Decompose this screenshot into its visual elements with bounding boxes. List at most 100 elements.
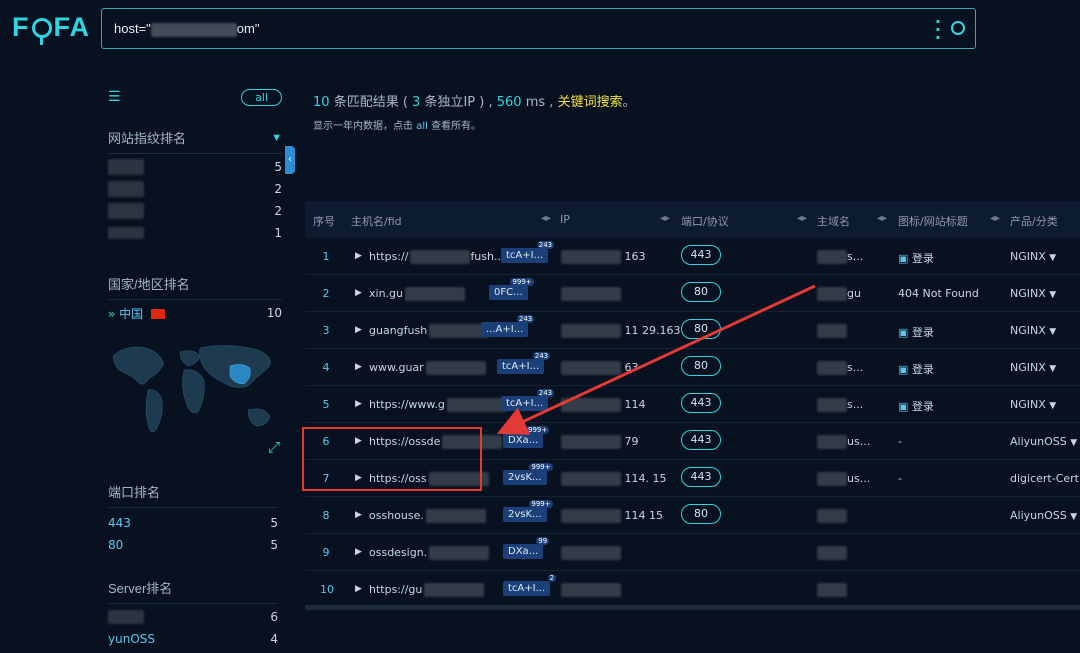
fid-badge[interactable]: tcA+I... 243 xyxy=(497,352,551,374)
table-row[interactable]: 9 ▶ ossdesign. DXa... 99 xyxy=(305,534,1080,571)
host-link[interactable]: guangfush xyxy=(369,324,490,338)
ip-cell[interactable] xyxy=(561,583,621,597)
title-cell[interactable]: ▣ 登录 xyxy=(898,398,934,414)
host-link[interactable]: www.guar xyxy=(369,361,486,375)
filter-icon[interactable]: ☰ xyxy=(108,89,121,105)
domain-cell[interactable] xyxy=(817,324,847,338)
domain-cell[interactable] xyxy=(817,583,847,597)
product-cell[interactable]: AliyunOSS ▼ xyxy=(1010,435,1077,448)
ip-cell[interactable]: 11 29.163 xyxy=(561,324,680,338)
title-cell[interactable]: ▣ 登录 xyxy=(898,361,934,377)
title-cell[interactable]: ▣ 登录 xyxy=(898,250,934,266)
table-row[interactable]: 5 ▶ https://www.g tcA+I... 243 114 443 s... ▣ 登… xyxy=(305,386,1080,423)
column-resize-icon[interactable]: ◂▸ xyxy=(797,213,807,224)
column-resize-icon[interactable]: ◂▸ xyxy=(660,213,670,224)
caret-right-icon[interactable]: ▶ xyxy=(355,251,362,261)
host-link[interactable]: https://gu xyxy=(369,583,485,597)
dropdown-icon[interactable]: ▼ xyxy=(1049,253,1056,263)
fid-badge[interactable]: 0FC... 999+ xyxy=(489,278,534,300)
port-badge[interactable]: 80 xyxy=(681,319,721,339)
dropdown-icon[interactable]: ▼ xyxy=(1049,401,1056,411)
caret-right-icon[interactable]: ▶ xyxy=(355,510,362,520)
fid-badge[interactable]: DXa... 999+ xyxy=(503,426,550,448)
fid-badge[interactable]: ...A+I... 243 xyxy=(481,315,535,337)
host-link[interactable]: https://www.g xyxy=(369,398,507,412)
ip-cell[interactable]: 114 15 xyxy=(561,509,663,523)
dropdown-icon[interactable]: ▼ xyxy=(1070,512,1077,522)
search-input[interactable]: host=" om" xyxy=(114,21,259,37)
product-cell[interactable]: NGINX ▼ xyxy=(1010,398,1056,411)
dropdown-icon[interactable]: ▼ xyxy=(1049,364,1056,374)
caret-right-icon[interactable]: ▶ xyxy=(355,325,362,335)
product-cell[interactable]: NGINX ▼ xyxy=(1010,324,1056,337)
product-cell[interactable]: digicert-Cert ▼ xyxy=(1010,472,1080,485)
fid-badge[interactable]: tcA+I... 2 xyxy=(503,574,557,596)
caret-right-icon[interactable]: ▶ xyxy=(355,547,362,557)
title-cell[interactable]: ▣ 登录 xyxy=(898,324,934,340)
expand-icon[interactable]: ⤢ xyxy=(268,438,280,456)
fid-badge[interactable]: tcA+I... 243 xyxy=(501,241,555,263)
host-link[interactable]: https:// fush... xyxy=(369,250,504,264)
ip-cell[interactable]: 63 xyxy=(561,361,639,375)
port-badge[interactable]: 443 xyxy=(681,245,721,265)
fid-badge[interactable]: 2vsK... 999+ xyxy=(503,463,553,485)
caret-right-icon[interactable]: ▶ xyxy=(355,288,362,298)
fingerprint-item[interactable]: 5 xyxy=(108,156,282,178)
domain-cell[interactable]: gu xyxy=(817,287,861,301)
title-cell[interactable]: - xyxy=(898,472,902,485)
fingerprint-item[interactable]: 1 xyxy=(108,222,282,244)
ip-cell[interactable] xyxy=(561,546,621,560)
funnel-icon[interactable]: ▼ xyxy=(271,132,282,144)
domain-cell[interactable]: us... xyxy=(817,435,870,449)
port-item[interactable]: 80 5 xyxy=(108,534,278,556)
title-cell[interactable]: 404 Not Found xyxy=(898,287,979,300)
ip-cell[interactable]: 163 xyxy=(561,250,646,264)
domain-cell[interactable]: s... xyxy=(817,250,863,264)
all-link[interactable]: all xyxy=(416,121,428,132)
product-cell[interactable]: AliyunOSS ▼ xyxy=(1010,509,1077,522)
table-row[interactable]: 4 ▶ www.guar tcA+I... 243 63 80 s... ▣ 登录 NGINX … xyxy=(305,349,1080,386)
caret-right-icon[interactable]: ▶ xyxy=(355,362,362,372)
ip-cell[interactable]: 114 xyxy=(561,398,646,412)
host-link[interactable]: xin.gu xyxy=(369,287,465,301)
port-item[interactable]: 443 5 xyxy=(108,512,278,534)
domain-cell[interactable]: s... xyxy=(817,361,863,375)
caret-right-icon[interactable]: ▶ xyxy=(355,399,362,409)
domain-cell[interactable]: s... xyxy=(817,398,863,412)
table-row[interactable]: 2 ▶ xin.gu 0FC... 999+ 80 gu 404 Not Found NGIN… xyxy=(305,275,1080,312)
port-badge[interactable]: 80 xyxy=(681,504,721,524)
host-link[interactable]: ossdesign. xyxy=(369,546,490,560)
search-bar[interactable]: host=" om" · · · xyxy=(101,8,976,49)
column-resize-icon[interactable]: ◂▸ xyxy=(877,213,887,224)
fid-badge[interactable]: 2vsK... 999+ xyxy=(503,500,553,522)
domain-cell[interactable] xyxy=(817,546,847,560)
server-item[interactable]: yunOSS 4 xyxy=(108,628,278,650)
ip-cell[interactable] xyxy=(561,287,621,301)
fid-badge[interactable]: DXa... 99 xyxy=(503,537,550,559)
keyword-search-link[interactable]: 关键词搜索 xyxy=(558,95,623,110)
server-item[interactable]: 6 xyxy=(108,606,278,628)
dropdown-icon[interactable]: ▼ xyxy=(1049,290,1056,300)
domain-cell[interactable] xyxy=(817,509,847,523)
table-row[interactable]: 8 ▶ osshouse. 2vsK... 999+ 114 15 80 AliyunOSS… xyxy=(305,497,1080,534)
product-cell[interactable]: NGINX ▼ xyxy=(1010,250,1056,263)
fingerprint-item[interactable]: 2 xyxy=(108,178,282,200)
product-cell[interactable]: NGINX ▼ xyxy=(1010,287,1056,300)
filter-all-button[interactable]: all xyxy=(241,88,282,106)
port-badge[interactable]: 443 xyxy=(681,430,721,450)
host-link[interactable]: osshouse. xyxy=(369,509,486,523)
caret-right-icon[interactable]: ▶ xyxy=(355,584,362,594)
ip-cell[interactable]: 79 xyxy=(561,435,639,449)
column-resize-icon[interactable]: ◂▸ xyxy=(990,213,1000,224)
table-row[interactable]: 1 ▶ https:// fush... tcA+I... 243 163 443 s... ▣… xyxy=(305,238,1080,275)
country-item[interactable]: » 中国 10 xyxy=(108,302,282,324)
domain-cell[interactable]: us... xyxy=(817,472,870,486)
collapse-icon[interactable]: ‹ xyxy=(285,146,295,174)
dropdown-icon[interactable]: ▼ xyxy=(1070,438,1077,448)
port-badge[interactable]: 80 xyxy=(681,282,721,302)
table-row[interactable]: 10 ▶ https://gu tcA+I... 2 xyxy=(305,571,1080,608)
dropdown-icon[interactable]: ▼ xyxy=(1049,327,1056,337)
fid-badge[interactable]: tcA+I... 243 xyxy=(501,389,555,411)
product-cell[interactable]: NGINX ▼ xyxy=(1010,361,1056,374)
port-badge[interactable]: 80 xyxy=(681,356,721,376)
